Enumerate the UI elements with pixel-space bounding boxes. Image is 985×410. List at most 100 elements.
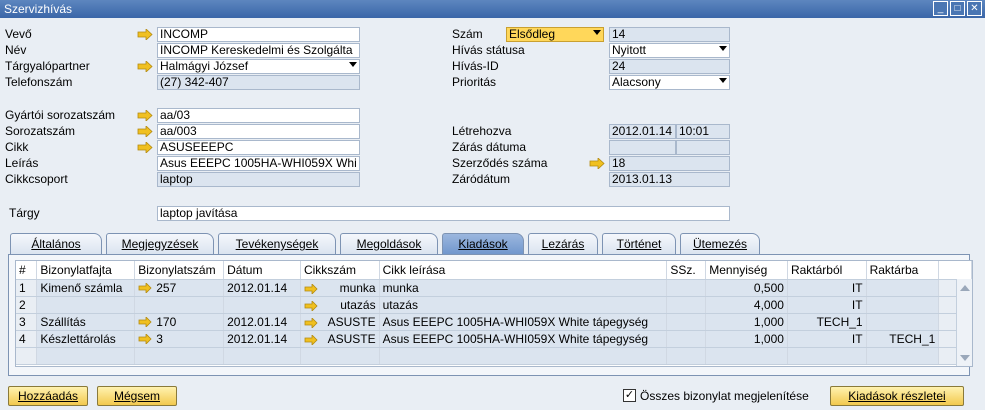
col-header-leiras[interactable]: Cikk leírása	[379, 261, 668, 280]
cell-empty[interactable]	[787, 347, 867, 365]
cell-empty[interactable]	[134, 347, 225, 365]
cell-fajta[interactable]	[36, 296, 136, 314]
table-row[interactable]: 2 utazás utazás 4,000 IT	[16, 296, 972, 314]
zaras-time[interactable]	[676, 140, 730, 155]
table-row[interactable]: 1 Kimenő számla 257 2012.01.14 munka mun…	[16, 279, 972, 297]
cell-datum[interactable]	[223, 296, 301, 314]
cikk-field[interactable]: ASUSEEEPC	[157, 140, 360, 155]
cell-empty[interactable]	[223, 347, 301, 365]
cell-datum[interactable]: 2012.01.14	[223, 313, 301, 331]
cell-empty[interactable]	[866, 347, 940, 365]
zaras-date[interactable]	[609, 140, 676, 155]
link-arrow-icon[interactable]	[137, 110, 153, 121]
tab-altalanos[interactable]: Általános	[10, 233, 102, 255]
tab-kiadasok[interactable]: Kiadások	[442, 233, 524, 255]
add-button[interactable]: Hozzáadás	[8, 386, 88, 406]
link-arrow-icon[interactable]	[137, 61, 153, 72]
cell-szam[interactable]	[134, 296, 225, 314]
cell-mennyiseg[interactable]: 1,000	[705, 313, 788, 331]
nev-field[interactable]: INCOMP Kereskedelmi és Szolgálta	[157, 43, 360, 58]
szerzodes-field[interactable]: 18	[609, 156, 730, 171]
cell-szam[interactable]: 257	[134, 279, 225, 297]
cell-leiras[interactable]: munka	[379, 279, 668, 297]
col-header-ssz[interactable]: SSz.	[666, 261, 707, 280]
cell-empty[interactable]	[666, 347, 707, 365]
tab-utemezes[interactable]: Ütemezés	[680, 233, 760, 255]
sorozat-field[interactable]: aa/003	[157, 124, 360, 139]
tab-tevekenysegek[interactable]: Tevékenységek	[218, 233, 336, 255]
cell-ssz[interactable]	[666, 279, 707, 297]
cell-fajta[interactable]: Kimenő számla	[36, 279, 136, 297]
cell-mennyiseg[interactable]: 4,000	[705, 296, 788, 314]
prioritas-select[interactable]: Alacsony	[609, 75, 730, 90]
cell-mennyiseg[interactable]: 0,500	[705, 279, 788, 297]
szam-field[interactable]: 14	[609, 27, 730, 42]
targy-field[interactable]: laptop javítása	[157, 206, 730, 221]
col-header-szam[interactable]: Bizonylatszám	[134, 261, 225, 280]
vevo-field[interactable]: INCOMP	[157, 27, 360, 42]
series-select[interactable]: Elsődleg	[506, 27, 604, 42]
maximize-button[interactable]: □	[950, 1, 965, 16]
statusz-select[interactable]: Nyitott	[609, 43, 730, 58]
cell-datum[interactable]: 2012.01.14	[223, 330, 301, 348]
col-header-fajta[interactable]: Bizonylatfajta	[36, 261, 136, 280]
tab-tortenet[interactable]: Történet	[602, 233, 676, 255]
gyartoi-field[interactable]: aa/03	[157, 108, 360, 123]
scroll-down-icon[interactable]	[960, 355, 970, 361]
link-arrow-icon[interactable]	[589, 158, 605, 169]
details-button[interactable]: Kiadások részletei	[830, 386, 964, 406]
col-header-num[interactable]: #	[16, 261, 38, 280]
cell-raktarba[interactable]: TECH_1	[866, 330, 940, 348]
col-header-datum[interactable]: Dátum	[223, 261, 301, 280]
cell-raktarba[interactable]	[866, 296, 940, 314]
cell-fajta[interactable]: Készlettárolás	[36, 330, 136, 348]
show-all-checkbox[interactable]: ✓	[623, 389, 636, 402]
cell-raktarbol[interactable]: IT	[787, 330, 867, 348]
cell-empty[interactable]	[705, 347, 788, 365]
scroll-up-icon[interactable]	[960, 285, 970, 291]
cell-cikkszam[interactable]: ASUSTE	[300, 313, 380, 331]
cell-raktarba[interactable]	[866, 279, 940, 297]
cell-ssz[interactable]	[666, 313, 707, 331]
cell-raktarba[interactable]	[866, 313, 940, 331]
cikkcsoport-field[interactable]: laptop	[157, 172, 360, 187]
minimize-button[interactable]: _	[933, 1, 948, 16]
cell-szam[interactable]: 170	[134, 313, 225, 331]
col-header-raktarbol[interactable]: Raktárból	[787, 261, 867, 280]
cell-szam[interactable]: 3	[134, 330, 225, 348]
tab-megoldasok[interactable]: Megoldások	[340, 233, 438, 255]
col-header-mennyiseg[interactable]: Mennyiség	[705, 261, 788, 280]
link-arrow-icon[interactable]	[137, 126, 153, 137]
cancel-button[interactable]: Mégsem	[97, 386, 177, 406]
cell-raktarbol[interactable]: TECH_1	[787, 313, 867, 331]
table-row-empty[interactable]	[16, 347, 972, 365]
cell-leiras[interactable]: Asus EEEPC 1005HA-WHI059X White tápegysé…	[379, 330, 668, 348]
hivasid-field[interactable]: 24	[609, 59, 730, 74]
cell-mennyiseg[interactable]: 1,000	[705, 330, 788, 348]
cell-ssz[interactable]	[666, 296, 707, 314]
cell-raktarbol[interactable]: IT	[787, 279, 867, 297]
link-arrow-icon[interactable]	[137, 142, 153, 153]
tab-megjegyzesek[interactable]: Megjegyzések	[106, 233, 214, 255]
table-row[interactable]: 3 Szállítás 170 2012.01.14 ASUSTE Asus E…	[16, 313, 972, 331]
letrehozva-time[interactable]: 10:01	[676, 124, 730, 139]
cell-leiras[interactable]: Asus EEEPC 1005HA-WHI059X White tápegysé…	[379, 313, 668, 331]
cell-cikkszam[interactable]: munka	[300, 279, 380, 297]
leiras-field[interactable]: Asus EEEPC 1005HA-WHI059X Whi	[157, 156, 360, 171]
col-header-cikkszam[interactable]: Cikkszám	[300, 261, 380, 280]
tab-lezaras[interactable]: Lezárás	[528, 233, 598, 255]
cell-raktarbol[interactable]: IT	[787, 296, 867, 314]
telefon-field[interactable]: (27) 342-407	[157, 75, 360, 90]
table-row[interactable]: 4 Készlettárolás 3 2012.01.14 ASUSTE Asu…	[16, 330, 972, 348]
vertical-scrollbar[interactable]	[956, 279, 972, 366]
partner-select[interactable]: Halmágyi József	[157, 59, 360, 74]
cell-fajta[interactable]: Szállítás	[36, 313, 136, 331]
col-header-raktarba[interactable]: Raktárba	[866, 261, 940, 280]
link-arrow-icon[interactable]	[137, 29, 153, 40]
cell-empty[interactable]	[379, 347, 668, 365]
cell-empty[interactable]	[36, 347, 136, 365]
cell-empty[interactable]	[300, 347, 380, 365]
cell-cikkszam[interactable]: ASUSTE	[300, 330, 380, 348]
zarodatum-field[interactable]: 2013.01.13	[609, 172, 730, 187]
cell-datum[interactable]: 2012.01.14	[223, 279, 301, 297]
